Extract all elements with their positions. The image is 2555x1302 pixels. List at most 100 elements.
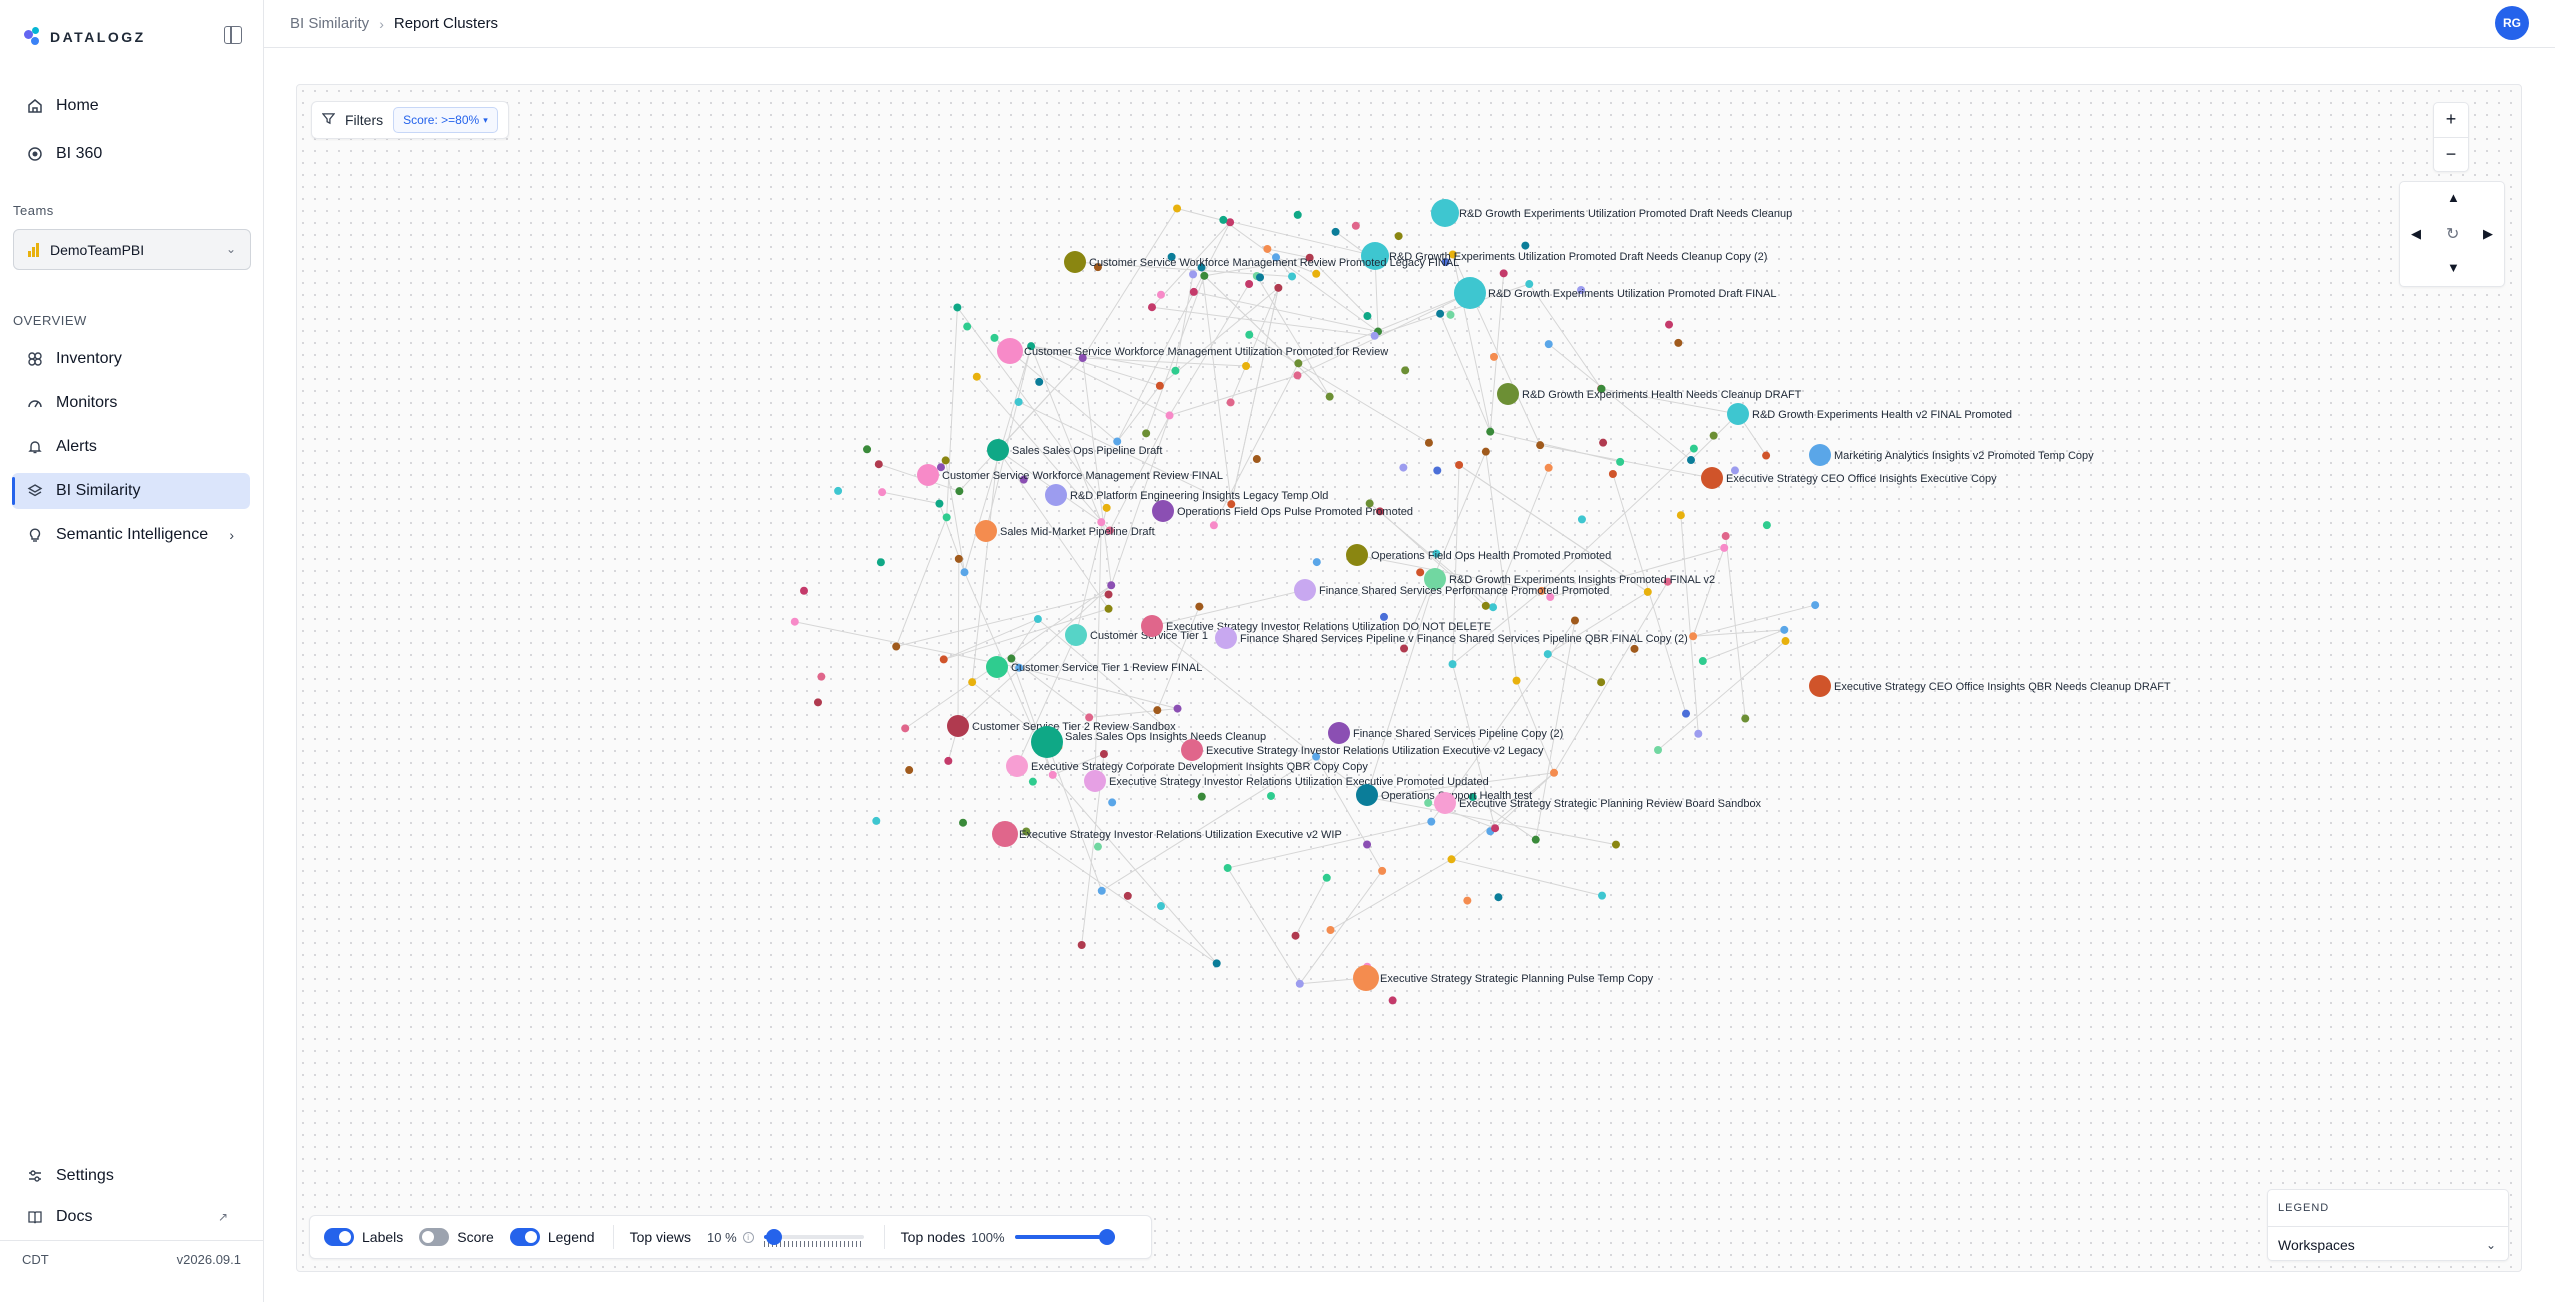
- sidebar-item-semantic-intelligence[interactable]: Semantic Intelligence ›: [12, 517, 250, 553]
- graph-node[interactable]: [1147, 303, 1156, 312]
- graph-node[interactable]: [990, 333, 999, 342]
- top-nodes-slider[interactable]: [1014, 1228, 1115, 1246]
- reset-view-icon[interactable]: ↻: [2446, 224, 2459, 244]
- graph-node[interactable]: [1401, 366, 1410, 375]
- graph-node[interactable]: [1226, 218, 1235, 227]
- graph-canvas[interactable]: R&D Growth Experiments Utilization Promo…: [296, 84, 2522, 1272]
- graph-node[interactable]: [1351, 221, 1360, 230]
- graph-node[interactable]: [1107, 581, 1116, 590]
- graph-node[interactable]: [1097, 886, 1106, 895]
- graph-node[interactable]: [1014, 397, 1023, 406]
- graph-node[interactable]: [1197, 792, 1206, 801]
- graph-node[interactable]: [1226, 398, 1235, 407]
- graph-node[interactable]: [790, 617, 799, 626]
- pan-right-icon[interactable]: ▶: [2483, 226, 2493, 242]
- graph-node[interactable]: [1654, 745, 1663, 754]
- graph-node[interactable]: [1363, 312, 1372, 321]
- graph-node[interactable]: [1608, 470, 1617, 479]
- graph-node[interactable]: [1550, 768, 1559, 777]
- graph-node[interactable]: [1189, 270, 1198, 279]
- brand-logo[interactable]: DATALOGZ: [22, 26, 146, 48]
- graph-node[interactable]: [1762, 521, 1771, 530]
- filter-icon[interactable]: [321, 112, 336, 128]
- graph-node[interactable]: [1499, 269, 1508, 278]
- graph-node[interactable]: [1416, 568, 1425, 577]
- zoom-out-button[interactable]: −: [2434, 136, 2468, 172]
- graph-node[interactable]: [1223, 863, 1232, 872]
- user-avatar[interactable]: RG: [2495, 6, 2529, 40]
- graph-node[interactable]: [1544, 463, 1553, 472]
- graph-node[interactable]: [1709, 431, 1718, 440]
- graph-node[interactable]: [1577, 515, 1586, 524]
- graph-node[interactable]: [872, 816, 881, 825]
- graph-node[interactable]: [1686, 456, 1695, 465]
- graph-node-labeled[interactable]: [917, 464, 939, 486]
- graph-node-labeled[interactable]: [992, 821, 1018, 847]
- graph-node[interactable]: [1489, 352, 1498, 361]
- graph-node-labeled[interactable]: [947, 715, 969, 737]
- labels-toggle-group[interactable]: Labels: [324, 1228, 403, 1246]
- graph-node[interactable]: [1512, 676, 1521, 685]
- graph-node-labeled[interactable]: [1215, 627, 1237, 649]
- graph-node-labeled[interactable]: [1031, 726, 1063, 758]
- graph-node[interactable]: [876, 558, 885, 567]
- graph-node[interactable]: [1597, 678, 1606, 687]
- graph-node[interactable]: [1291, 931, 1300, 940]
- graph-node[interactable]: [1108, 798, 1117, 807]
- graph-node[interactable]: [968, 678, 977, 687]
- graph-node-labeled[interactable]: [975, 520, 997, 542]
- graph-node[interactable]: [1173, 704, 1182, 713]
- graph-node-labeled[interactable]: [1064, 251, 1086, 273]
- legend-toggle[interactable]: [509, 1228, 540, 1246]
- graph-node[interactable]: [1616, 457, 1625, 466]
- graph-node[interactable]: [874, 460, 883, 469]
- graph-node-labeled[interactable]: [1454, 277, 1486, 309]
- graph-node[interactable]: [955, 487, 964, 496]
- graph-node[interactable]: [1463, 896, 1472, 905]
- breadcrumb-parent[interactable]: BI Similarity: [290, 15, 369, 32]
- graph-node[interactable]: [813, 698, 822, 707]
- graph-node[interactable]: [1293, 371, 1302, 380]
- graph-node[interactable]: [1489, 603, 1498, 612]
- graph-node[interactable]: [972, 372, 981, 381]
- graph-node-labeled[interactable]: [986, 656, 1008, 678]
- graph-node[interactable]: [1212, 959, 1221, 968]
- graph-node[interactable]: [935, 499, 944, 508]
- graph-node[interactable]: [1195, 602, 1204, 611]
- team-select[interactable]: DemoTeamPBI ⌄: [13, 229, 251, 270]
- graph-node-labeled[interactable]: [1065, 624, 1087, 646]
- graph-node[interactable]: [1643, 587, 1652, 596]
- graph-node[interactable]: [942, 513, 951, 522]
- slider-thumb[interactable]: [765, 1229, 782, 1245]
- graph-node[interactable]: [1312, 269, 1321, 278]
- top-views-slider[interactable]: [763, 1228, 864, 1247]
- sidebar-item-home[interactable]: Home: [12, 88, 250, 124]
- graph-node[interactable]: [1531, 835, 1540, 844]
- graph-node[interactable]: [1033, 615, 1042, 624]
- slider-thumb[interactable]: [1098, 1229, 1115, 1245]
- graph-node[interactable]: [1104, 604, 1113, 613]
- graph-node[interactable]: [1331, 227, 1340, 236]
- graph-node[interactable]: [1674, 338, 1683, 347]
- graph-node[interactable]: [1245, 330, 1254, 339]
- graph-node[interactable]: [1325, 392, 1334, 401]
- graph-node[interactable]: [901, 724, 910, 733]
- graph-node[interactable]: [905, 766, 914, 775]
- graph-node[interactable]: [1256, 273, 1265, 282]
- graph-node[interactable]: [1035, 377, 1044, 386]
- graph-node-labeled[interactable]: [997, 338, 1023, 364]
- graph-node[interactable]: [1436, 309, 1445, 318]
- graph-node[interactable]: [1242, 362, 1251, 371]
- graph-node[interactable]: [1200, 271, 1209, 280]
- graph-node[interactable]: [1762, 451, 1771, 460]
- graph-node-labeled[interactable]: [1006, 755, 1028, 777]
- sidebar-item-bi360[interactable]: BI 360: [12, 136, 250, 172]
- graph-node-labeled[interactable]: [1152, 500, 1174, 522]
- graph-node[interactable]: [954, 554, 963, 563]
- graph-node[interactable]: [1322, 873, 1331, 882]
- graph-node[interactable]: [1598, 891, 1607, 900]
- graph-node[interactable]: [1245, 280, 1254, 289]
- graph-node[interactable]: [1294, 359, 1303, 368]
- graph-node[interactable]: [1486, 427, 1495, 436]
- graph-node[interactable]: [1099, 750, 1108, 759]
